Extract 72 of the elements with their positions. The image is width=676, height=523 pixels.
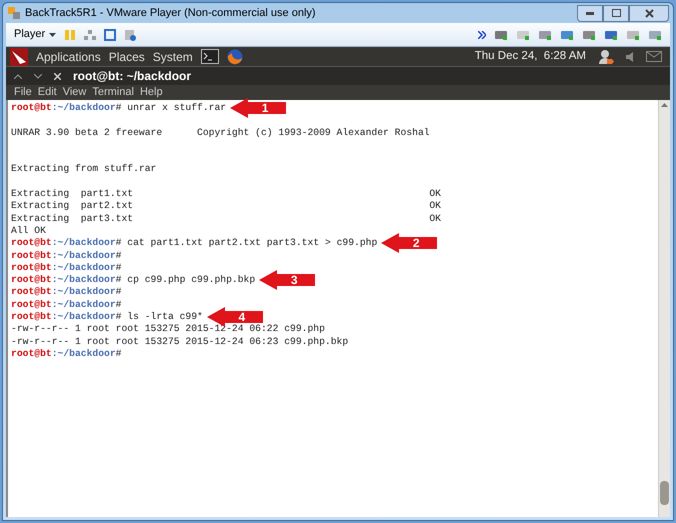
prompt-user: root@bt — [11, 262, 52, 274]
output-text: Extracting from stuff.rar — [11, 163, 156, 174]
user-icon[interactable] — [598, 48, 614, 64]
app-icon — [7, 6, 21, 20]
panel-menu[interactable]: Applications — [36, 48, 101, 66]
prompt-user: root@bt — [11, 348, 52, 360]
output-text: Extracting part1.txt — [11, 188, 134, 200]
callout-arrow: 3 — [259, 270, 316, 290]
status-text: OK — [429, 188, 441, 200]
prompt-path: :~/backdoor — [52, 274, 116, 286]
prompt-path: :~/backdoor — [52, 102, 116, 114]
command-text: # — [116, 348, 122, 360]
command-text: # ls -lrta c99* — [116, 311, 203, 324]
scrollbar[interactable] — [658, 100, 670, 517]
window-title: BackTrack5R1 - VMware Player (Non-commercial use only) — [25, 6, 316, 21]
command-text: # unrar x stuff.rar — [116, 102, 226, 114]
menu-item[interactable]: Help — [140, 87, 163, 98]
command-text: # cat part1.txt part2.txt part3.txt > c99.php — [116, 237, 378, 250]
command-text: # — [116, 298, 122, 312]
caret-icon — [49, 32, 56, 36]
menu-item[interactable]: Terminal — [92, 87, 134, 98]
prompt-user: root@bt — [11, 298, 52, 312]
minimize-icon — [586, 12, 594, 14]
prompt-path: :~/backdoor — [52, 262, 116, 274]
terminal-icon[interactable] — [200, 49, 219, 64]
fullscreen-icon[interactable] — [104, 28, 116, 40]
network-icon[interactable] — [84, 28, 96, 40]
prompt-path: :~/backdoor — [52, 237, 116, 250]
menu-item[interactable]: View — [62, 87, 86, 98]
prompt-path: :~/backdoor — [52, 311, 116, 324]
menu-item[interactable]: Edit — [38, 87, 57, 98]
terminal-title: root@bt: ~/backdoor — [73, 68, 192, 85]
callout-arrow: 2 — [381, 233, 438, 254]
prompt-user: root@bt — [11, 250, 52, 262]
clock-text[interactable]: Thu Dec 24, 6:28 AM — [474, 48, 586, 66]
speaker-icon[interactable] — [626, 52, 634, 62]
output-text: -rw-r--r-- 1 root root 153275 2015-12-24 06:23 c99.php.bkp — [11, 336, 348, 347]
callout-arrow: 1 — [230, 98, 286, 118]
close-icon[interactable] — [54, 72, 61, 80]
prompt-user: root@bt — [11, 237, 52, 250]
command-text: # — [116, 286, 122, 299]
minimize-button[interactable] — [577, 4, 603, 22]
command-text: # cp c99.php c99.php.bkp — [116, 274, 256, 286]
mail-icon[interactable] — [646, 51, 662, 62]
prompt-user: root@bt — [11, 286, 52, 299]
output-text: Extracting part2.txt — [11, 200, 134, 213]
collapse-icon[interactable] — [14, 74, 22, 78]
close-icon — [644, 8, 654, 18]
prompt-path: :~/backdoor — [52, 250, 116, 262]
close-button[interactable] — [629, 4, 669, 22]
maximize-button[interactable] — [603, 4, 629, 22]
prompt-user: root@bt — [11, 274, 52, 286]
chevron-icon[interactable] — [478, 30, 486, 38]
menu-item[interactable]: File — [14, 87, 32, 98]
output-text: UNRAR 3.90 beta 2 freeware Copyright (c) 1993-2009 Alexander Roshal — [11, 126, 430, 138]
status-text: OK — [429, 212, 441, 225]
panel-menu[interactable]: System — [152, 48, 193, 66]
status-text: OK — [429, 200, 441, 213]
output-text: All OK — [11, 224, 46, 236]
output-text: Extracting part3.txt — [11, 212, 134, 225]
player-menu[interactable]: Player — [14, 26, 56, 43]
scroll-thumb[interactable] — [660, 481, 669, 505]
maximize-icon — [612, 9, 620, 17]
prompt-path: :~/backdoor — [52, 298, 116, 312]
prompt-path: :~/backdoor — [52, 286, 116, 299]
command-text: # — [116, 262, 122, 274]
prompt-user: root@bt — [11, 311, 52, 324]
prompt-user: root@bt — [11, 102, 52, 114]
command-text: # — [116, 250, 122, 262]
expand-icon[interactable] — [34, 74, 42, 78]
panel-menu[interactable]: Places — [108, 48, 145, 66]
prompt-path: :~/backdoor — [52, 348, 116, 360]
